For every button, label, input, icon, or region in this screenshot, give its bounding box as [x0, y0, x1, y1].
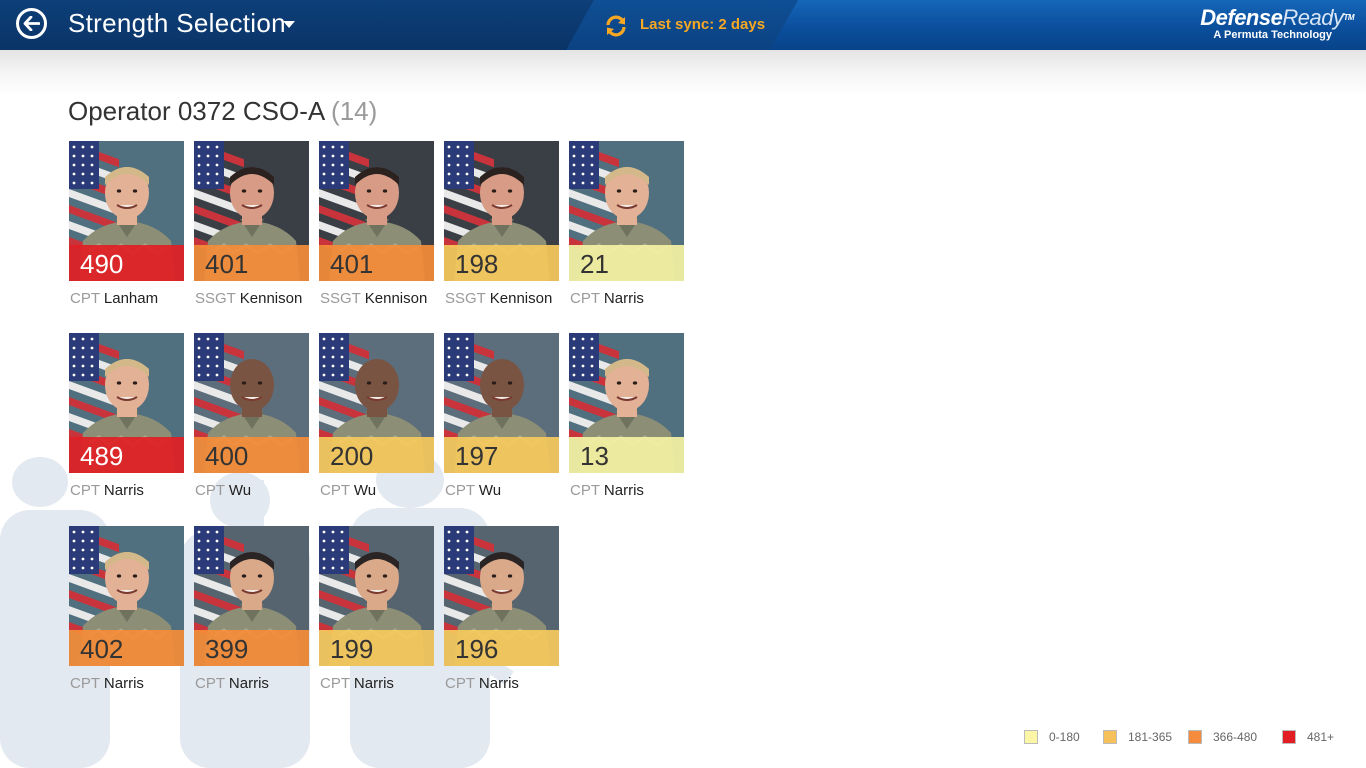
personnel-name: Narris [103, 675, 144, 692]
personnel-rank: CPT [570, 290, 600, 307]
personnel-caption: CPT Lanham [70, 290, 158, 307]
legend-swatch [1024, 730, 1038, 744]
legend-label: 481+ [1307, 730, 1335, 744]
group-name: Operator 0372 CSO-A [68, 96, 324, 126]
personnel-caption: SSGT Kennison [320, 290, 427, 307]
personnel-rank: CPT [570, 482, 600, 499]
personnel-caption: SSGT Kennison [445, 290, 552, 307]
header-fade [0, 50, 1366, 96]
personnel-tile[interactable]: 402 CPT Narris [69, 526, 184, 692]
strength-score-badge: 200 [319, 437, 434, 473]
personnel-caption: CPT Narris [570, 482, 644, 499]
brand-name: DefenseReadyTM [1200, 5, 1354, 30]
personnel-rank: CPT [320, 675, 350, 692]
personnel-rank: CPT [70, 290, 100, 307]
personnel-tile[interactable]: 401 SSGT Kennison [319, 141, 434, 307]
legend-swatch [1103, 730, 1117, 744]
personnel-rank: CPT [445, 675, 475, 692]
personnel-tile[interactable]: 399 CPT Narris [194, 526, 309, 692]
personnel-name: Narris [478, 675, 519, 692]
personnel-name: Wu [353, 482, 377, 499]
personnel-rank: CPT [445, 482, 475, 499]
back-arrow-icon [23, 16, 40, 31]
strength-score-badge: 401 [319, 245, 434, 281]
personnel-tile[interactable]: 400 CPT Wu [194, 333, 309, 499]
personnel-name: Narris [103, 482, 144, 499]
strength-score-badge: 401 [194, 245, 309, 281]
legend-label: 0-180 [1049, 730, 1080, 744]
personnel-caption: CPT Wu [195, 482, 251, 499]
strength-score-badge: 197 [444, 437, 559, 473]
last-sync-label[interactable]: Last sync: 2 days [640, 16, 765, 33]
personnel-tile[interactable]: 198 SSGT Kennison [444, 141, 559, 307]
page-title[interactable]: Strength Selection [68, 8, 286, 39]
personnel-tile[interactable]: 199 CPT Narris [319, 526, 434, 692]
legend-label: 366-480 [1213, 730, 1258, 744]
personnel-name: Narris [603, 482, 644, 499]
strength-score-badge: 196 [444, 630, 559, 666]
personnel-name: Narris [228, 675, 269, 692]
personnel-name: Wu [228, 482, 252, 499]
personnel-rank: CPT [320, 482, 350, 499]
app-header: Strength Selection Last sync: 2 days Def… [0, 0, 1366, 50]
group-count: (14) [331, 96, 378, 126]
strength-score-badge: 490 [69, 245, 184, 281]
personnel-tile[interactable]: 490 CPT Lanham [69, 141, 184, 307]
personnel-tile[interactable]: 13 CPT Narris [569, 333, 684, 499]
strength-score-badge: 399 [194, 630, 309, 666]
personnel-caption: CPT Narris [320, 675, 394, 692]
personnel-rank: SSGT [445, 290, 486, 307]
legend-swatch [1188, 730, 1202, 744]
strength-score-badge: 402 [69, 630, 184, 666]
personnel-tile[interactable]: 196 CPT Narris [444, 526, 559, 692]
personnel-tile[interactable]: 200 CPT Wu [319, 333, 434, 499]
legend-label: 181-365 [1128, 730, 1173, 744]
sync-icon[interactable] [604, 14, 628, 38]
personnel-tile[interactable]: 197 CPT Wu [444, 333, 559, 499]
personnel-name: Kennison [239, 290, 303, 307]
legend-swatch [1282, 730, 1296, 744]
personnel-caption: CPT Narris [70, 482, 144, 499]
personnel-rank: CPT [70, 482, 100, 499]
personnel-tile[interactable]: 489 CPT Narris [69, 333, 184, 499]
personnel-tile[interactable]: 401 SSGT Kennison [194, 141, 309, 307]
personnel-caption: CPT Narris [445, 675, 519, 692]
personnel-caption: SSGT Kennison [195, 290, 302, 307]
personnel-caption: CPT Wu [445, 482, 501, 499]
strength-score-badge: 400 [194, 437, 309, 473]
brand-logo: DefenseReadyTM A Permuta Technology [1200, 5, 1354, 42]
personnel-rank: SSGT [195, 290, 236, 307]
personnel-name: Narris [603, 290, 644, 307]
strength-score-badge: 198 [444, 245, 559, 281]
strength-score-badge: 21 [569, 245, 684, 281]
score-legend: 0-180 181-365 366-480 481+ [1024, 729, 1344, 747]
chevron-down-icon[interactable] [283, 21, 295, 28]
personnel-caption: CPT Wu [320, 482, 376, 499]
brand-tagline: A Permuta Technology [1213, 29, 1332, 41]
personnel-rank: CPT [195, 675, 225, 692]
personnel-name: Wu [478, 482, 502, 499]
group-title: Operator 0372 CSO-A (14) [68, 96, 377, 127]
personnel-tile[interactable]: 21 CPT Narris [569, 141, 684, 307]
personnel-name: Kennison [364, 290, 428, 307]
strength-score-badge: 13 [569, 437, 684, 473]
personnel-caption: CPT Narris [570, 290, 644, 307]
strength-score-badge: 199 [319, 630, 434, 666]
personnel-caption: CPT Narris [70, 675, 144, 692]
personnel-rank: CPT [195, 482, 225, 499]
personnel-name: Kennison [489, 290, 553, 307]
personnel-caption: CPT Narris [195, 675, 269, 692]
strength-score-badge: 489 [69, 437, 184, 473]
personnel-rank: SSGT [320, 290, 361, 307]
personnel-rank: CPT [70, 675, 100, 692]
personnel-name: Lanham [103, 290, 159, 307]
personnel-name: Narris [353, 675, 394, 692]
back-button[interactable] [16, 8, 47, 39]
